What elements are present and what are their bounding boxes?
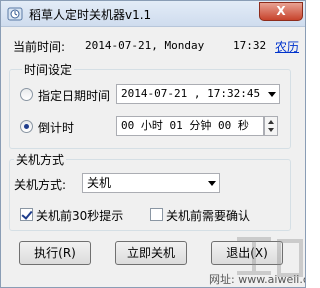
execute-button[interactable]: 执行(R): [19, 241, 91, 265]
confirm-needed-checkbox[interactable]: [150, 208, 163, 221]
watermark-url: 网址: www.aiweii.com: [209, 273, 305, 286]
shutdown-mode-group: 关机方式 关机方式: 关机 关机前30秒提示 关机前需要确认: [9, 151, 291, 231]
current-clock-value: 17:32: [233, 39, 267, 52]
shutdown-mode-select[interactable]: 关机: [82, 173, 220, 193]
spin-up-icon[interactable]: [268, 120, 274, 124]
confirm-needed-label[interactable]: 关机前需要确认: [166, 207, 250, 224]
window-title: 稻草人定时关机器v1.1: [29, 8, 152, 22]
current-date-value: 2014-07-21, Monday: [85, 39, 205, 52]
spin-down-icon[interactable]: [268, 128, 274, 132]
countdown-stepper[interactable]: [264, 116, 278, 136]
close-icon: X: [276, 4, 286, 18]
app-icon: [7, 7, 23, 21]
countdown-value: 00 小时 01 分钟 00 秒: [121, 119, 249, 132]
app-window: 稻草人定时关机器v1.1 X 当前时间: 2014-07-21, Monday …: [0, 0, 306, 288]
current-time-row: 当前时间: 2014-07-21, Monday 17:32 农历: [13, 38, 303, 54]
time-settings-title: 时间设定: [22, 61, 75, 78]
notify-30s-checkbox[interactable]: [20, 208, 33, 221]
close-button[interactable]: X: [259, 2, 303, 21]
specific-date-field[interactable]: 2014-07-21 , 17:32:45: [116, 84, 280, 104]
specific-date-label[interactable]: 指定日期时间: [38, 87, 110, 104]
shutdown-now-button[interactable]: 立即关机: [115, 241, 187, 265]
shutdown-mode-value: 关机: [87, 176, 112, 190]
current-time-label: 当前时间:: [13, 40, 66, 54]
chevron-down-icon[interactable]: [268, 92, 276, 97]
countdown-field[interactable]: 00 小时 01 分钟 00 秒: [116, 116, 264, 136]
chevron-down-icon[interactable]: [208, 181, 216, 186]
time-settings-group: 时间设定 指定日期时间 2014-07-21 , 17:32:45 倒计时 00…: [9, 61, 291, 149]
shutdown-mode-title: 关机方式: [14, 151, 67, 168]
specific-date-value: 2014-07-21 , 17:32:45: [121, 87, 261, 100]
countdown-label[interactable]: 倒计时: [38, 119, 74, 136]
countdown-radio[interactable]: [20, 120, 33, 133]
title-bar: 稻草人定时关机器v1.1 X: [1, 1, 305, 27]
notify-30s-label[interactable]: 关机前30秒提示: [36, 207, 123, 224]
lunar-calendar-link[interactable]: 农历: [275, 38, 299, 55]
shutdown-mode-label: 关机方式:: [14, 178, 67, 192]
specific-date-radio[interactable]: [20, 88, 33, 101]
